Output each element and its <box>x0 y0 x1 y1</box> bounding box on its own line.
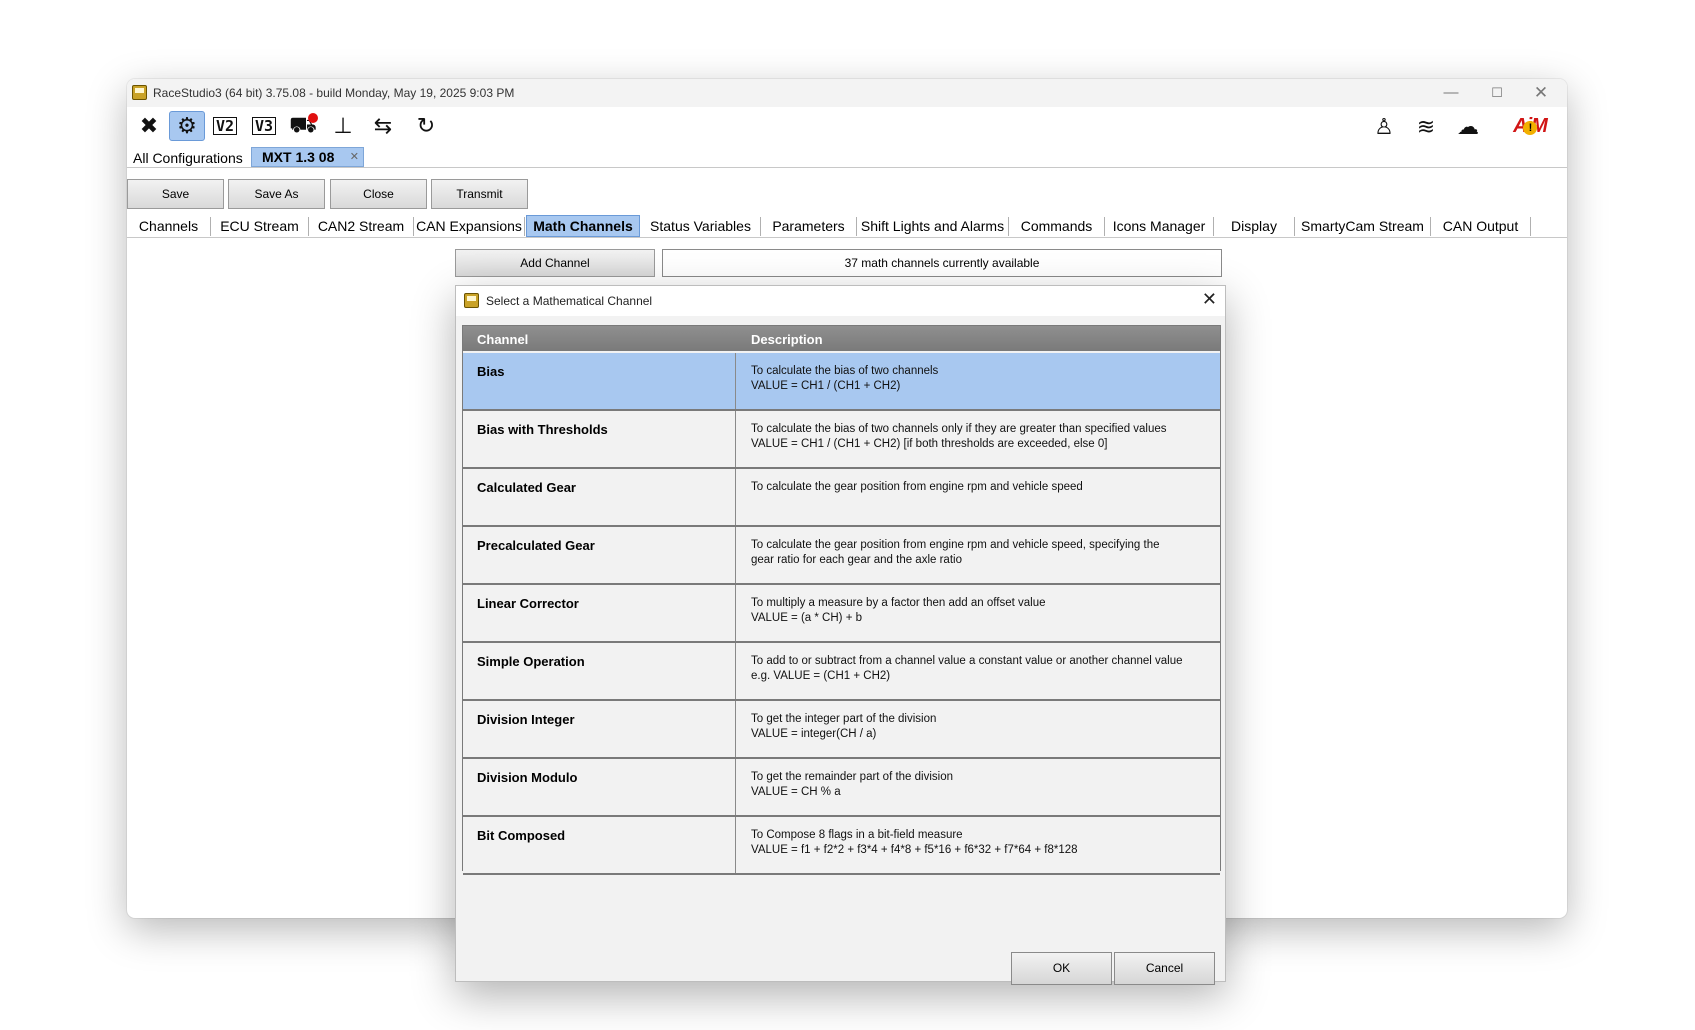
app-icon <box>132 85 147 100</box>
channel-name: Division Integer <box>463 701 736 757</box>
dialog-title: Select a Mathematical Channel <box>486 294 653 308</box>
tab-status-variables[interactable]: Status Variables <box>641 217 761 236</box>
channel-formula: gear ratio for each gear and the axle ra… <box>751 554 962 566</box>
tab-commands[interactable]: Commands <box>1009 217 1105 236</box>
main-toolbar: ✖ ⚙ V2 V3 ⛟ ⊥ ⇆ ↻ <box>127 107 1567 147</box>
channel-description: To multiply a measure by a factor then a… <box>751 597 1046 609</box>
dialog-app-icon <box>464 293 479 308</box>
sync-icon[interactable]: ↻ <box>408 111 444 141</box>
wifi-icon[interactable]: ≋ <box>1411 113 1441 141</box>
channel-formula: VALUE = f1 + f2*2 + f3*4 + f4*8 + f5*16 … <box>751 844 1078 856</box>
tab-parameters[interactable]: Parameters <box>761 217 857 236</box>
table-row[interactable]: Simple Operation To add to or subtract f… <box>463 643 1220 701</box>
channel-description: To calculate the bias of two channels on… <box>751 423 1167 435</box>
minimize-button[interactable]: — <box>1431 83 1471 103</box>
table-row[interactable]: Calculated Gear To calculate the gear po… <box>463 469 1220 527</box>
channel-description: To add to or subtract from a channel val… <box>751 655 1183 667</box>
tab-can-output[interactable]: CAN Output <box>1431 217 1531 236</box>
channel-name: Division Modulo <box>463 759 736 815</box>
channel-description: To get the integer part of the division <box>751 713 937 725</box>
table-row[interactable]: Division Modulo To get the remainder par… <box>463 759 1220 817</box>
close-window-button[interactable]: ✕ <box>1521 83 1561 103</box>
configuration-tabs: All Configurations MXT 1.3 08 ✕ <box>127 147 1567 168</box>
main-tabs: Channels ECU Stream CAN2 Stream CAN Expa… <box>127 215 1567 238</box>
table-row[interactable]: Linear Corrector To multiply a measure b… <box>463 585 1220 643</box>
v3-icon[interactable]: V3 <box>246 111 282 141</box>
column-header-channel: Channel <box>477 332 529 347</box>
channel-description: To calculate the gear position from engi… <box>751 481 1083 493</box>
table-body: Bias To calculate the bias of two channe… <box>463 353 1220 875</box>
transfer-add-icon[interactable]: ⇆ <box>365 111 401 141</box>
window-title: RaceStudio3 (64 bit) 3.75.08 - build Mon… <box>153 86 515 100</box>
tab-display[interactable]: Display <box>1214 217 1295 236</box>
table-row[interactable]: Bias To calculate the bias of two channe… <box>463 353 1220 411</box>
table-row[interactable]: Precalculated Gear To calculate the gear… <box>463 527 1220 585</box>
channel-formula: VALUE = (a * CH) + b <box>751 612 862 624</box>
select-math-channel-dialog: Select a Mathematical Channel ✕ Channel … <box>455 285 1226 985</box>
math-channel-table: Channel Description Bias To calculate th… <box>462 325 1221 875</box>
track-icon[interactable]: ⛟ <box>285 111 321 141</box>
tab-shift-lights-and-alarms[interactable]: Shift Lights and Alarms <box>857 217 1009 236</box>
table-row[interactable]: Bit Composed To Compose 8 flags in a bit… <box>463 817 1220 875</box>
column-header-description: Description <box>751 332 823 347</box>
channel-description: To calculate the gear position from engi… <box>751 539 1160 551</box>
notification-badge <box>308 113 318 123</box>
channel-name: Bias with Thresholds <box>463 411 736 467</box>
channel-name: Precalculated Gear <box>463 527 736 583</box>
tab-channels[interactable]: Channels <box>127 217 211 236</box>
channel-description: To Compose 8 flags in a bit-field measur… <box>751 829 963 841</box>
ok-button[interactable]: OK <box>1011 952 1112 985</box>
channel-formula: VALUE = CH % a <box>751 786 841 798</box>
available-channels-info: 37 math channels currently available <box>662 249 1222 277</box>
tools-icon[interactable]: ✖ <box>131 111 167 141</box>
channel-formula: VALUE = CH1 / (CH1 + CH2) [if both thres… <box>751 438 1108 450</box>
warning-icon: ! <box>1523 121 1537 135</box>
channel-name: Linear Corrector <box>463 585 736 641</box>
channel-formula: e.g. VALUE = (CH1 + CH2) <box>751 670 891 682</box>
fuel-level-icon[interactable]: ⊥ <box>325 111 361 141</box>
table-header: Channel Description <box>463 326 1220 351</box>
channel-name: Calculated Gear <box>463 469 736 525</box>
channel-description: To calculate the bias of two channels <box>751 365 939 377</box>
maximize-button[interactable]: ☐ <box>1477 83 1517 103</box>
close-tab-icon[interactable]: ✕ <box>350 148 359 166</box>
tab-smartycam-stream[interactable]: SmartyCam Stream <box>1295 217 1431 236</box>
tab-mxt-config[interactable]: MXT 1.3 08 ✕ <box>251 147 364 167</box>
title-bar: RaceStudio3 (64 bit) 3.75.08 - build Mon… <box>127 79 1567 107</box>
save-button[interactable]: Save <box>127 179 224 209</box>
aim-logo[interactable]: AiM! <box>1503 115 1557 137</box>
transmit-button[interactable]: Transmit <box>431 179 528 209</box>
channel-name: Bias <box>463 353 736 409</box>
tab-can-expansions[interactable]: CAN Expansions <box>414 217 525 236</box>
tab-ecu-stream[interactable]: ECU Stream <box>211 217 309 236</box>
table-row[interactable]: Division Integer To get the integer part… <box>463 701 1220 759</box>
device-settings-icon[interactable]: ⚙ <box>169 111 205 141</box>
dialog-close-button[interactable]: ✕ <box>1202 289 1217 310</box>
v2-icon[interactable]: V2 <box>207 111 243 141</box>
channel-formula: VALUE = integer(CH / a) <box>751 728 877 740</box>
tab-can2-stream[interactable]: CAN2 Stream <box>309 217 414 236</box>
add-channel-button[interactable]: Add Channel <box>455 249 655 277</box>
close-button[interactable]: Close <box>330 179 427 209</box>
tab-math-channels[interactable]: Math Channels <box>526 215 640 237</box>
channel-name: Simple Operation <box>463 643 736 699</box>
dialog-title-bar: Select a Mathematical Channel ✕ <box>456 286 1225 316</box>
channel-description: To get the remainder part of the divisio… <box>751 771 954 783</box>
tab-all-configurations[interactable]: All Configurations <box>133 150 243 166</box>
table-row[interactable]: Bias with Thresholds To calculate the bi… <box>463 411 1220 469</box>
channel-name: Bit Composed <box>463 817 736 873</box>
channel-formula: VALUE = CH1 / (CH1 + CH2) <box>751 380 901 392</box>
cancel-button[interactable]: Cancel <box>1114 952 1215 985</box>
cloud-download-icon[interactable]: ☁ <box>1453 113 1483 141</box>
user-icon[interactable]: ♙ <box>1369 113 1399 141</box>
tab-icons-manager[interactable]: Icons Manager <box>1105 217 1214 236</box>
save-as-button[interactable]: Save As <box>228 179 325 209</box>
